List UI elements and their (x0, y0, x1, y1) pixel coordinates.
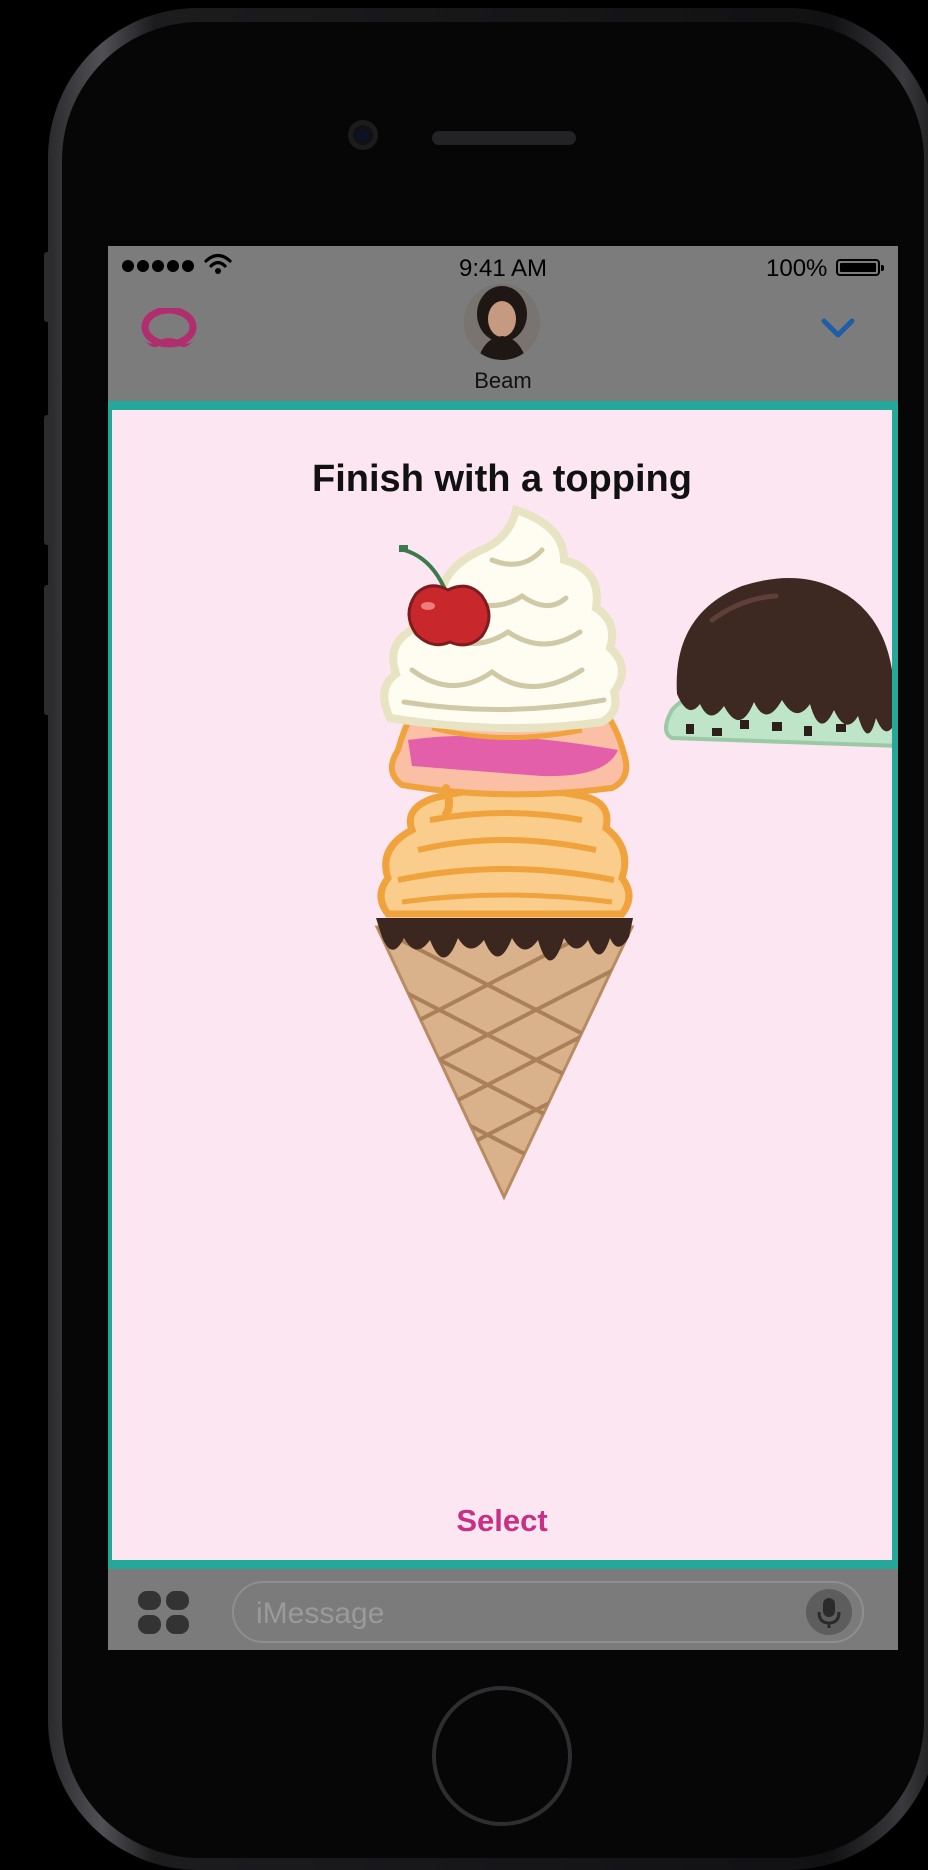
orange-scoop (377, 784, 633, 918)
contact-avatar[interactable] (464, 284, 540, 360)
mute-switch (44, 252, 52, 322)
imessage-input[interactable]: iMessage (232, 1581, 864, 1643)
waffle-cone (374, 918, 635, 1201)
home-button[interactable] (432, 1686, 572, 1826)
sticker-app-panel: Finish with a topping Select (108, 401, 898, 1569)
chocolate-mint-topping (664, 578, 892, 748)
battery-percentage: 100% (766, 255, 828, 282)
contact-name: Beam (474, 368, 532, 393)
ice-cream-artwork (374, 504, 892, 1201)
volume-up-button (44, 415, 52, 545)
screen: 9:41 AM 100% Beam Finish with a topping (108, 246, 898, 1650)
chevron-down-icon[interactable] (820, 316, 856, 340)
app-drawer-icon[interactable] (138, 1591, 190, 1635)
earpiece-speaker (432, 131, 576, 145)
imessage-placeholder: iMessage (256, 1597, 385, 1630)
volume-down-button (44, 585, 52, 715)
front-camera (348, 120, 378, 150)
battery-icon (836, 259, 884, 276)
select-button[interactable]: Select (112, 1503, 892, 1539)
message-input-bar: iMessage (108, 1569, 898, 1650)
microphone-icon[interactable] (806, 1589, 852, 1635)
mustache-app-icon[interactable] (140, 308, 198, 354)
